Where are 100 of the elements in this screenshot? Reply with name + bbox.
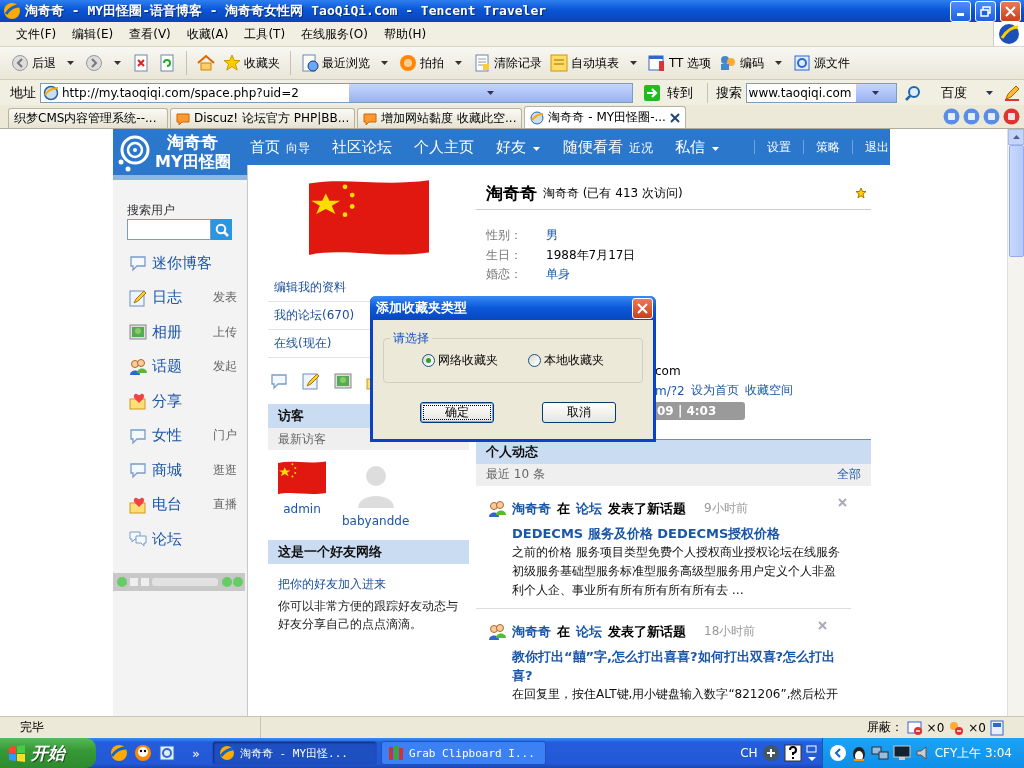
back-button[interactable]: 后退 — [8, 51, 59, 75]
browser-tab[interactable]: 增加网站黏度 收藏此空... — [357, 108, 523, 128]
user-search-field[interactable] — [127, 219, 211, 240]
nav-link[interactable]: 设置 — [767, 138, 791, 156]
menu-item[interactable]: 编辑(E) — [64, 23, 122, 45]
penguin-icon[interactable] — [850, 745, 867, 761]
restore-button[interactable] — [975, 0, 996, 22]
paipai-button[interactable]: 拍拍 — [396, 51, 447, 75]
space-action-link[interactable]: 收藏空间 — [744, 382, 793, 399]
pencil-note-icon[interactable] — [302, 372, 322, 392]
nav-link[interactable]: 随便看看 近况 — [563, 137, 653, 157]
site-logo[interactable]: 淘奇奇 MY田怪圈 — [113, 129, 247, 180]
sidebar-action-link[interactable]: 上传 — [213, 323, 237, 341]
speech-bubble-icon[interactable] — [270, 372, 290, 392]
help-icon[interactable] — [783, 744, 802, 762]
nav-sublink[interactable]: 向导 — [286, 139, 310, 157]
field-value-link[interactable]: 男 — [546, 227, 558, 245]
radio-label[interactable]: 本地收藏夹 — [544, 352, 604, 369]
menu-item[interactable]: 在线服务(O) — [293, 23, 376, 45]
caret-icon — [485, 89, 495, 96]
dialog-button[interactable]: 取消 — [542, 402, 616, 423]
menu-item[interactable]: 查看(V) — [121, 23, 179, 45]
network-computers-icon[interactable] — [870, 745, 889, 761]
browser-tab[interactable]: 淘奇奇 - MY田怪圈-... — [524, 106, 686, 128]
encoding-button[interactable]: 编码 — [716, 51, 768, 75]
language-indicator[interactable]: CH — [740, 746, 758, 760]
sidebar-action-link[interactable]: 逛逛 — [213, 461, 237, 479]
topic-title-link[interactable]: 教你打出“囍”字,怎么打出喜喜?如何打出双喜?怎么打出喜? — [512, 646, 847, 685]
caret-icon — [985, 89, 994, 96]
browser-icon[interactable] — [110, 744, 128, 762]
more-button[interactable]: » — [192, 745, 200, 761]
window-options-icon[interactable] — [805, 744, 818, 762]
sidebar-link[interactable]: 女性 — [152, 426, 208, 446]
address-field[interactable]: http://my.taoqiqi.com/space.php?uid=2 — [40, 82, 633, 103]
taskbar-button[interactable]: 淘奇奇 - MY田怪... — [211, 741, 377, 765]
sidebar-link[interactable]: 话题 — [152, 357, 208, 377]
sidebar-action-link[interactable]: 发起 — [213, 358, 237, 376]
sidebar-link[interactable]: 相册 — [152, 322, 208, 342]
menu-item[interactable]: 工具(T) — [236, 23, 294, 45]
search-field[interactable]: www.taoqiqi.com — [745, 82, 897, 103]
nav-link[interactable]: 退出 — [865, 138, 889, 156]
scroll-up-button[interactable] — [1008, 129, 1024, 145]
sidebar-link[interactable]: 电台 — [152, 495, 208, 515]
clear-button[interactable]: 清除记录 — [470, 51, 545, 75]
monitor-icon[interactable] — [892, 745, 911, 761]
nav-link[interactable]: 社区论坛 — [332, 137, 392, 157]
picture-icon[interactable] — [334, 372, 354, 392]
close-button[interactable] — [1000, 0, 1021, 22]
user-link[interactable]: 淘奇奇 — [512, 499, 551, 518]
sidebar-link[interactable]: 分享 — [152, 391, 237, 411]
add-friends-link[interactable]: 把你的好友加入进来 — [278, 576, 469, 593]
nav-link[interactable]: 首页 向导 — [250, 137, 310, 157]
penguin-icon[interactable] — [134, 744, 152, 762]
source-button[interactable]: 源文件 — [790, 51, 854, 75]
browser-tab[interactable]: Discuz! 论坛官方 PHP|BB... — [170, 108, 356, 128]
nav-sublink[interactable]: 近况 — [629, 139, 653, 157]
sidebar-link[interactable]: 论坛 — [152, 529, 237, 549]
field-value-link[interactable]: 单身 — [546, 266, 570, 284]
sidebar-action-link[interactable]: 门户 — [213, 427, 237, 445]
topic-title-link[interactable]: DEDECMS 服务及价格 DEDECMS授权价格 — [512, 523, 847, 543]
input-method-icon[interactable] — [761, 744, 780, 762]
sidebar-action-link[interactable]: 发表 — [213, 289, 237, 307]
nav-link[interactable]: 策略 — [816, 138, 840, 156]
visitor-name-link[interactable]: babyandde — [342, 514, 410, 528]
favorites-button[interactable]: 收藏夹 — [220, 51, 283, 75]
options-button[interactable]: TT 选项 — [645, 51, 715, 75]
sidebar-link[interactable]: 日志 — [152, 288, 208, 308]
vertical-scrollbar[interactable] — [1007, 129, 1024, 716]
search-button[interactable] — [211, 219, 232, 240]
forum-link[interactable]: 论坛 — [576, 499, 602, 518]
sidebar-link[interactable]: 商城 — [152, 460, 208, 480]
nav-link[interactable]: 私信 — [675, 137, 720, 157]
visitor-name-link[interactable]: admin — [283, 502, 321, 516]
nav-link[interactable]: 个人主页 — [414, 137, 474, 157]
menu-item[interactable]: 文件(F) — [8, 23, 65, 45]
minimize-button[interactable] — [950, 0, 971, 22]
menu-item[interactable]: 收藏(A) — [178, 23, 237, 45]
nav-link[interactable]: 好友 — [496, 137, 541, 157]
go-button[interactable]: 转到 — [636, 83, 699, 102]
star-icon[interactable] — [855, 187, 867, 199]
user-link[interactable]: 淘奇奇 — [512, 622, 551, 641]
search-engine-button[interactable]: 百度 — [935, 83, 1000, 102]
close-button[interactable] — [632, 297, 653, 319]
scrollbar-thumb[interactable] — [1008, 145, 1024, 257]
sidebar-action-link[interactable]: 直播 — [213, 496, 237, 514]
dialog-button[interactable]: 确定 — [420, 402, 494, 423]
browser-tab[interactable]: 织梦CMS内容管理系统--... — [8, 108, 168, 128]
menu-item[interactable]: 帮助(H) — [375, 23, 435, 45]
show-all-link[interactable]: 全部 — [837, 466, 861, 483]
site-name: 淘奇奇 — [166, 133, 219, 152]
start-button[interactable]: 开始 — [0, 738, 96, 768]
taskbar-button[interactable]: Grab Clipboard I... — [380, 741, 546, 765]
forum-link[interactable]: 论坛 — [576, 622, 602, 641]
history-button[interactable]: 最近浏览 — [298, 51, 373, 75]
space-url-link[interactable]: m/?2 — [655, 383, 685, 398]
sidebar-link[interactable]: 迷你博客 — [152, 253, 237, 273]
radio-button[interactable] — [528, 354, 541, 367]
radio-button[interactable] — [422, 354, 435, 367]
autofill-button[interactable]: 自动填表 — [547, 51, 622, 75]
space-action-link[interactable]: 设为首页 — [690, 382, 739, 399]
